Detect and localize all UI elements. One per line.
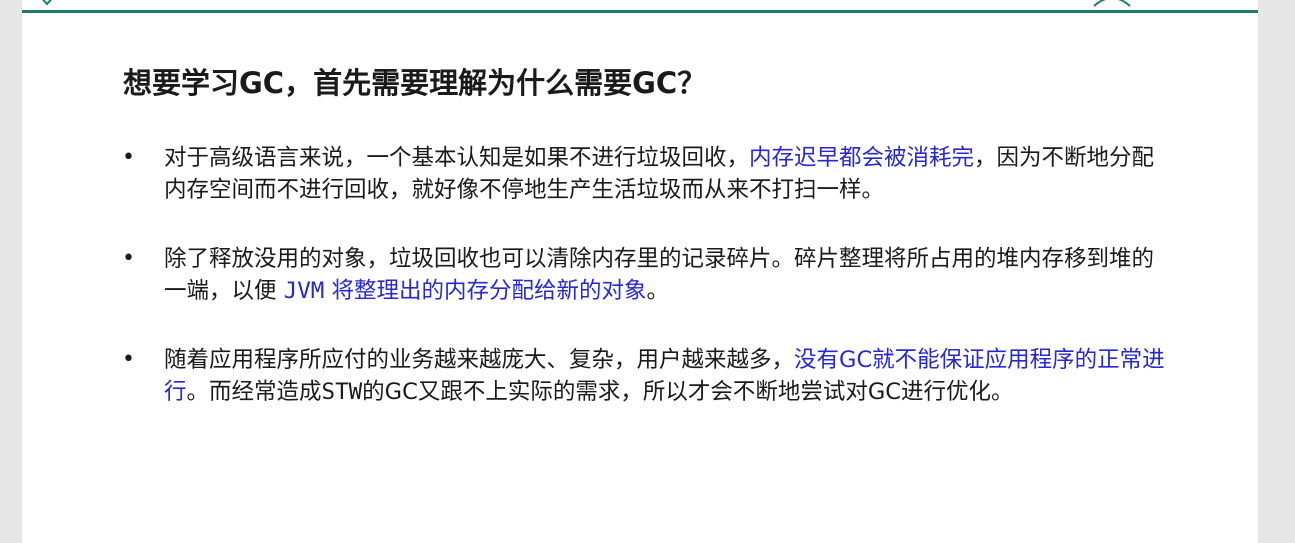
bullet-item: • 对于高级语言来说，一个基本认知是如果不进行垃圾回收，内存迟早都会被消耗完，因… xyxy=(122,142,1172,206)
bullet-marker: • xyxy=(122,145,135,170)
bullet-text: 对于高级语言来说，一个基本认知是如果不进行垃圾回收，内存迟早都会被消耗完，因为不… xyxy=(164,145,1154,203)
window-side-margin xyxy=(1258,0,1295,543)
highlighted-text: JVM xyxy=(283,278,325,304)
text-run: STW xyxy=(321,379,363,405)
slide-canvas: 想要学习GC，首先需要理解为什么需要GC？ • 对于高级语言来说，一个基本认知是… xyxy=(22,0,1258,543)
bullet-marker: • xyxy=(122,246,135,271)
highlighted-text: 将整理出的内存分配给新的对象 xyxy=(324,278,647,304)
slide-title: 想要学习GC，首先需要理解为什么需要GC？ xyxy=(123,66,707,100)
bullet-item: • 除了释放没用的对象，垃圾回收也可以清除内存里的记录碎片。碎片整理将所占用的堆… xyxy=(122,243,1172,307)
arc-decoration-icon xyxy=(1093,0,1131,7)
text-run: 的GC又跟不上实际的需求，所以才会不断地尝试对GC进行优化。 xyxy=(362,379,1014,405)
highlighted-text: 内存迟早都会被消耗完 xyxy=(749,145,975,171)
chevron-down-icon xyxy=(42,0,52,6)
text-run: 随着应用程序所应付的业务越来越庞大、复杂，用户越来越多， xyxy=(164,347,795,373)
header-accent-rule xyxy=(22,10,1258,13)
bullet-text: 除了释放没用的对象，垃圾回收也可以清除内存里的记录碎片。碎片整理将所占用的堆内存… xyxy=(164,246,1154,304)
text-run: 对于高级语言来说，一个基本认知是如果不进行垃圾回收， xyxy=(164,145,750,171)
bullet-marker: • xyxy=(122,347,135,372)
text-run: 。而经常造成 xyxy=(186,379,322,405)
bullet-text: 随着应用程序所应付的业务越来越庞大、复杂，用户越来越多，没有GC就不能保证应用程… xyxy=(164,347,1165,405)
bullet-item: • 随着应用程序所应付的业务越来越庞大、复杂，用户越来越多，没有GC就不能保证应… xyxy=(122,344,1172,408)
bullet-list: • 对于高级语言来说，一个基本认知是如果不进行垃圾回收，内存迟早都会被消耗完，因… xyxy=(122,142,1172,445)
text-run: 。 xyxy=(646,278,669,304)
